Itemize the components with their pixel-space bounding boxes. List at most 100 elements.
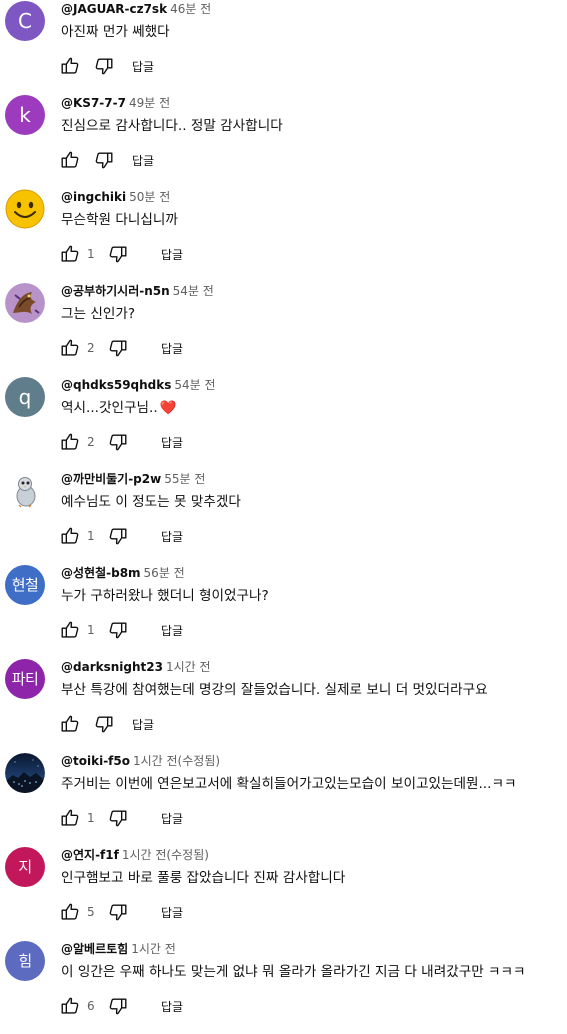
comment-actions: 1 답글 bbox=[58, 806, 187, 830]
comment-timestamp[interactable]: 1시간 전 bbox=[166, 660, 211, 674]
comment-actions: 답글 bbox=[58, 712, 158, 736]
thumbs-up-icon[interactable] bbox=[58, 242, 82, 266]
comment-header: @알베르토힘 1시간 전 bbox=[61, 941, 176, 957]
thumbs-down-icon[interactable] bbox=[106, 430, 130, 454]
reply-button[interactable]: 답글 bbox=[157, 432, 187, 453]
comment-timestamp[interactable]: 55분 전 bbox=[164, 472, 205, 486]
comment-text: 부산 특강에 참여했는데 명강의 잘들었습니다. 실제로 보니 더 멋있더라구요 bbox=[61, 680, 488, 700]
avatar[interactable]: q bbox=[5, 377, 45, 417]
comment-author[interactable]: @ingchiki bbox=[61, 190, 126, 204]
avatar[interactable]: 힘 bbox=[5, 941, 45, 981]
comment-text-content: 아진짜 먼가 쎄했다 bbox=[61, 24, 170, 40]
reply-button[interactable]: 답글 bbox=[128, 714, 158, 735]
comment-actions: 2 답글 bbox=[58, 430, 187, 454]
reply-button[interactable]: 답글 bbox=[128, 150, 158, 171]
comment-author[interactable]: @연지-f1f bbox=[61, 848, 119, 862]
comment-timestamp[interactable]: 49분 전 bbox=[129, 96, 170, 110]
comment-author[interactable]: @qhdks59qhdks bbox=[61, 378, 171, 392]
thumbs-up-icon[interactable] bbox=[58, 712, 82, 736]
comment-author[interactable]: @공부하기시러-n5n bbox=[61, 284, 170, 298]
thumbs-up-icon[interactable] bbox=[58, 54, 82, 78]
comment-item: C @JAGUAR-cz7sk 46분 전 아진짜 먼가 쎄했다답글 bbox=[0, 0, 567, 94]
comment-item: @까만비둘기-p2w 55분 전 예수님도 이 정도는 못 맞추겠다 1 답글 bbox=[0, 470, 567, 564]
avatar[interactable] bbox=[5, 753, 45, 793]
comment-actions: 1 답글 bbox=[58, 524, 187, 548]
comment-text: 역시...갓인구님.. ❤️ bbox=[61, 398, 177, 418]
reply-button[interactable]: 답글 bbox=[128, 56, 158, 77]
avatar[interactable]: C bbox=[5, 1, 45, 41]
comment-header: @까만비둘기-p2w 55분 전 bbox=[61, 471, 205, 487]
avatar-initials: q bbox=[18, 385, 32, 409]
thumbs-up-icon[interactable] bbox=[58, 618, 82, 642]
reply-button[interactable]: 답글 bbox=[157, 526, 187, 547]
thumbs-up-icon[interactable] bbox=[58, 336, 82, 360]
like-count: 6 bbox=[87, 999, 95, 1013]
comment-timestamp[interactable]: 46분 전 bbox=[170, 2, 211, 16]
reply-button[interactable]: 답글 bbox=[157, 996, 187, 1017]
avatar-initials: 현철 bbox=[11, 576, 39, 594]
comment-text-content: 주거비는 이번에 연은보고서에 확실히들어가고있는모습이 보이고있는데뭔...ㅋ… bbox=[61, 776, 517, 792]
comment-timestamp[interactable]: 56분 전 bbox=[144, 566, 185, 580]
avatar[interactable]: 지 bbox=[5, 847, 45, 887]
avatar[interactable]: k bbox=[5, 95, 45, 135]
avatar[interactable] bbox=[5, 283, 45, 323]
comment-header: @toiki-f5o 1시간 전(수정됨) bbox=[61, 753, 220, 769]
reply-button[interactable]: 답글 bbox=[157, 902, 187, 923]
like-count: 1 bbox=[87, 247, 95, 261]
thumbs-up-icon[interactable] bbox=[58, 806, 82, 830]
avatar-initials: C bbox=[18, 9, 32, 33]
comment-author[interactable]: @darksnight23 bbox=[61, 660, 163, 674]
night-city-photo-icon bbox=[5, 753, 45, 793]
comment-header: @KS7-7-7 49분 전 bbox=[61, 95, 170, 111]
avatar[interactable] bbox=[5, 189, 45, 229]
thumbs-down-icon[interactable] bbox=[106, 336, 130, 360]
comment-author[interactable]: @까만비둘기-p2w bbox=[61, 472, 161, 486]
comment-header: @연지-f1f 1시간 전(수정됨) bbox=[61, 847, 209, 863]
comment-text: 이 잉간은 우째 하나도 맞는게 없냐 뭐 올라가 올라가긴 지금 다 내려갔구… bbox=[61, 962, 526, 982]
thumbs-down-icon[interactable] bbox=[92, 712, 116, 736]
comment-author[interactable]: @JAGUAR-cz7sk bbox=[61, 2, 167, 16]
thumbs-down-icon[interactable] bbox=[106, 242, 130, 266]
reply-button[interactable]: 답글 bbox=[157, 620, 187, 641]
thumbs-down-icon[interactable] bbox=[92, 148, 116, 172]
comment-author[interactable]: @알베르토힘 bbox=[61, 942, 128, 956]
like-count: 2 bbox=[87, 341, 95, 355]
avatar[interactable]: 현철 bbox=[5, 565, 45, 605]
reply-button[interactable]: 답글 bbox=[157, 808, 187, 829]
avatar-initials: 지 bbox=[18, 858, 32, 876]
avatar[interactable]: 파티 bbox=[5, 659, 45, 699]
thumbs-down-icon[interactable] bbox=[106, 618, 130, 642]
comment-timestamp[interactable]: 54분 전 bbox=[174, 378, 215, 392]
comment-author[interactable]: @toiki-f5o bbox=[61, 754, 130, 768]
comment-timestamp[interactable]: 1시간 전(수정됨) bbox=[133, 754, 220, 768]
thumbs-up-icon[interactable] bbox=[58, 994, 82, 1018]
reply-button[interactable]: 답글 bbox=[157, 338, 187, 359]
avatar[interactable] bbox=[5, 471, 45, 511]
comment-timestamp[interactable]: 50분 전 bbox=[129, 190, 170, 204]
comment-timestamp[interactable]: 1시간 전(수정됨) bbox=[122, 848, 209, 862]
comment-item: 지 @연지-f1f 1시간 전(수정됨) 인구햄보고 바로 풀룽 잡았습니다 진짜 감… bbox=[0, 846, 567, 940]
thumbs-down-icon[interactable] bbox=[106, 994, 130, 1018]
thumbs-up-icon[interactable] bbox=[58, 900, 82, 924]
comment-text-content: 부산 특강에 참여했는데 명강의 잘들었습니다. 실제로 보니 더 멋있더라구요 bbox=[61, 682, 488, 698]
thumbs-up-icon[interactable] bbox=[58, 148, 82, 172]
thumbs-up-icon[interactable] bbox=[58, 430, 82, 454]
smiley-face-icon bbox=[5, 189, 45, 229]
comment-text: 무슨학원 다니십니까 bbox=[61, 210, 178, 230]
pigeon-icon bbox=[5, 471, 45, 511]
thumbs-up-icon[interactable] bbox=[58, 524, 82, 548]
comment-header: @darksnight23 1시간 전 bbox=[61, 659, 211, 675]
comment-text-content: 그는 신인가? bbox=[61, 306, 136, 322]
thumbs-down-icon[interactable] bbox=[106, 524, 130, 548]
comment-author[interactable]: @KS7-7-7 bbox=[61, 96, 126, 110]
thumbs-down-icon[interactable] bbox=[106, 806, 130, 830]
comment-timestamp[interactable]: 1시간 전 bbox=[131, 942, 176, 956]
thumbs-down-icon[interactable] bbox=[106, 900, 130, 924]
comment-timestamp[interactable]: 54분 전 bbox=[173, 284, 214, 298]
reply-button[interactable]: 답글 bbox=[157, 244, 187, 265]
comment-header: @ingchiki 50분 전 bbox=[61, 189, 170, 205]
comment-text-content: 진심으로 감사합니다.. 정말 감사합니다 bbox=[61, 118, 283, 134]
thumbs-down-icon[interactable] bbox=[92, 54, 116, 78]
comment-actions: 2 답글 bbox=[58, 336, 187, 360]
comment-author[interactable]: @성현철-b8m bbox=[61, 566, 141, 580]
